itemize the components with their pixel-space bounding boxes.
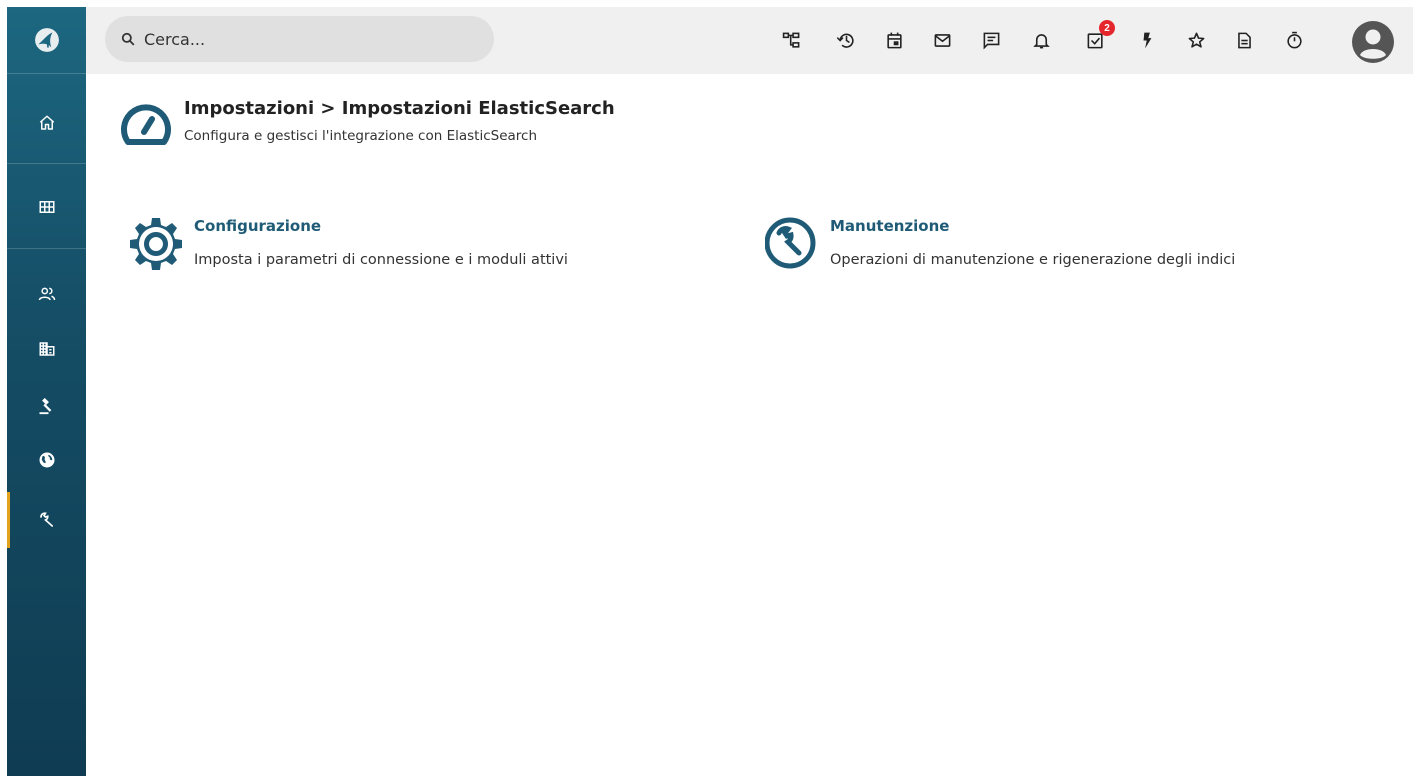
document-icon xyxy=(1237,32,1251,48)
building-icon xyxy=(39,342,54,356)
home-icon xyxy=(39,115,54,130)
user-avatar[interactable] xyxy=(1351,20,1395,64)
app-frame: Cerca... 2 Impostazioni > Impostazioni E… xyxy=(0,0,1413,776)
sidebar-item-globe[interactable] xyxy=(7,436,86,484)
timer-button[interactable] xyxy=(1283,29,1305,51)
card-title: Manutenzione xyxy=(830,217,950,235)
sitemap-button[interactable] xyxy=(780,29,802,51)
timer-icon xyxy=(1286,31,1302,48)
search-input[interactable]: Cerca... xyxy=(144,30,205,49)
calendar-icon xyxy=(886,32,902,48)
search-box[interactable]: Cerca... xyxy=(105,16,494,62)
mail-button[interactable] xyxy=(931,29,953,51)
globe-icon xyxy=(39,452,54,468)
topbar: Cerca... 2 xyxy=(86,7,1413,74)
star-icon xyxy=(1188,32,1204,48)
sidebar xyxy=(7,7,86,776)
page-subtitle: Configura e gestisci l'integrazione con … xyxy=(184,128,538,144)
chat-icon xyxy=(983,32,999,50)
favorites-button[interactable] xyxy=(1185,29,1207,51)
sidebar-item-home[interactable] xyxy=(7,99,86,147)
gear-icon xyxy=(130,218,182,270)
sidebar-divider xyxy=(7,248,86,249)
users-icon xyxy=(38,287,55,301)
sidebar-divider xyxy=(7,163,86,164)
speedometer-icon xyxy=(121,104,171,145)
bell-icon xyxy=(1032,33,1050,48)
user-icon xyxy=(1352,21,1394,63)
sidebar-item-companies[interactable] xyxy=(7,325,86,373)
sitemap-icon xyxy=(782,32,799,48)
quick-actions-button[interactable] xyxy=(1136,29,1158,51)
history-icon xyxy=(836,33,854,48)
sidebar-item-users[interactable] xyxy=(7,270,86,318)
sidebar-divider xyxy=(7,73,86,74)
card-description: Imposta i parametri di connessione e i m… xyxy=(194,252,568,268)
card-description: Operazioni di manutenzione e rigenerazio… xyxy=(830,252,1236,268)
wrench-icon xyxy=(39,512,53,527)
manutenzione-card[interactable]: Manutenzione Operazioni di manutenzione … xyxy=(765,215,1285,277)
page-title: Impostazioni > Impostazioni ElasticSearc… xyxy=(184,98,615,119)
app-logo[interactable] xyxy=(7,16,86,64)
search-icon xyxy=(121,32,135,46)
gavel-icon xyxy=(39,398,51,415)
grid-icon xyxy=(39,201,54,213)
mail-icon xyxy=(934,33,950,47)
sidebar-item-grid[interactable] xyxy=(7,183,86,231)
sidebar-item-legal[interactable] xyxy=(7,383,86,431)
card-title: Configurazione xyxy=(194,217,322,235)
calendar-button[interactable] xyxy=(883,29,905,51)
sidebar-item-settings[interactable] xyxy=(7,496,86,544)
history-button[interactable] xyxy=(835,29,857,51)
tasks-badge: 2 xyxy=(1099,20,1115,36)
configurazione-card[interactable]: Configurazione Imposta i parametri di co… xyxy=(129,215,649,277)
messages-button[interactable] xyxy=(980,29,1002,51)
wrench-icon xyxy=(765,217,816,269)
notifications-button[interactable] xyxy=(1030,29,1052,51)
flash-icon xyxy=(1143,32,1151,48)
tasks-button[interactable]: 2 xyxy=(1084,20,1115,51)
documents-button[interactable] xyxy=(1233,29,1255,51)
logo-icon xyxy=(34,28,59,52)
